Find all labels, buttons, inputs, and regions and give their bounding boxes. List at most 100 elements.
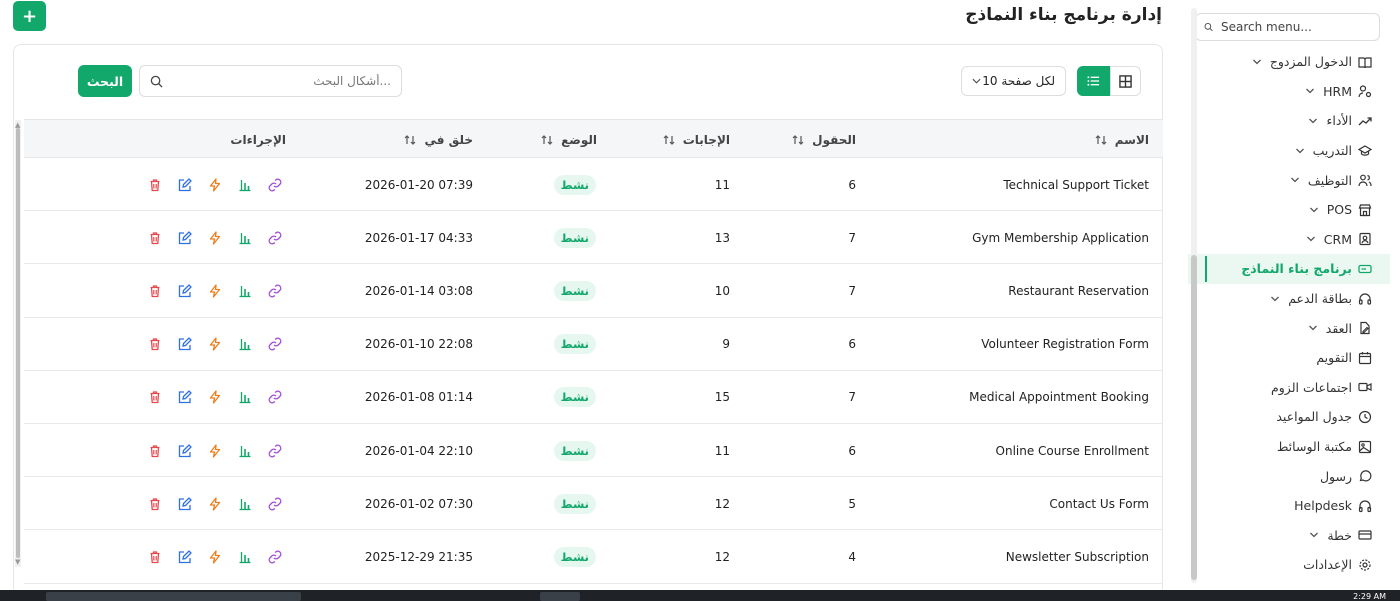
analytics-chart-icon[interactable] (238, 550, 252, 564)
scroll-down-arrow[interactable]: ▼ (15, 558, 20, 566)
delete-icon[interactable] (148, 497, 162, 511)
credit-card-icon (1358, 530, 1372, 540)
automation-bolt-icon[interactable] (208, 443, 222, 458)
form-name[interactable]: Newsletter Subscription (1006, 530, 1149, 583)
delete-icon[interactable] (148, 231, 162, 245)
sidebar-item[interactable]: اجتماعات الزوم (1188, 373, 1390, 403)
per-page-select[interactable]: لكل صفحة 10 (961, 66, 1066, 96)
sidebar-item[interactable]: CRM (1188, 225, 1390, 255)
taskbar-app[interactable] (46, 592, 301, 601)
column-header-status[interactable]: الوضع (541, 120, 597, 159)
link-icon[interactable] (268, 390, 282, 404)
sidebar-item[interactable]: التدريب (1188, 136, 1390, 166)
link-icon[interactable] (268, 444, 282, 458)
edit-icon[interactable] (178, 337, 192, 351)
form-name[interactable]: Restaurant Reservation (1008, 264, 1149, 317)
link-icon[interactable] (268, 178, 282, 192)
sidebar-item[interactable]: الدخول المزدوج (1188, 47, 1390, 77)
analytics-chart-icon[interactable] (238, 178, 252, 192)
form-created-at: 2026-01-08 01:14 (364, 390, 473, 405)
form-name[interactable]: Medical Appointment Booking (969, 371, 1149, 424)
delete-icon[interactable] (148, 178, 162, 192)
sidebar-item[interactable]: رسول (1188, 461, 1390, 491)
scroll-up-arrow[interactable]: ▲ (15, 121, 20, 129)
form-fields-count: 6 (848, 177, 856, 192)
column-header-created-at[interactable]: خلق في (404, 120, 473, 159)
table-scrollbar-thumb[interactable] (16, 128, 20, 558)
sidebar-item[interactable]: Helpdesk (1188, 491, 1390, 521)
form-name[interactable]: Volunteer Registration Form (981, 318, 1149, 371)
automation-bolt-icon[interactable] (208, 177, 222, 192)
sidebar-item[interactable]: العقد (1188, 313, 1390, 343)
sidebar-item-label: التوظيف (1307, 172, 1352, 188)
link-icon[interactable] (268, 231, 282, 245)
form-created-at: 2026-01-17 04:33 (364, 230, 473, 245)
edit-icon[interactable] (178, 496, 192, 511)
delete-icon[interactable] (148, 284, 162, 298)
sidebar-item[interactable]: جدول المواعيد (1188, 402, 1390, 432)
automation-bolt-icon[interactable] (208, 231, 222, 245)
link-icon[interactable] (268, 497, 282, 511)
column-header-name[interactable]: الاسم (1095, 120, 1149, 159)
edit-icon[interactable] (178, 390, 192, 404)
sidebar-item[interactable]: التقويم (1188, 343, 1390, 373)
sidebar-item[interactable]: HRM (1188, 77, 1390, 107)
sidebar-search-input[interactable] (1221, 20, 1371, 34)
delete-icon[interactable] (148, 550, 162, 564)
column-header-responses[interactable]: الإجابات (663, 120, 730, 159)
list-icon (1087, 76, 1100, 86)
form-name[interactable]: Gym Membership Application (972, 211, 1149, 264)
edit-icon[interactable] (178, 230, 192, 245)
form-name[interactable]: Technical Support Ticket (1003, 158, 1149, 211)
automation-bolt-icon[interactable] (208, 284, 222, 298)
graduation-cap-icon (1358, 144, 1372, 156)
automation-bolt-icon[interactable] (208, 550, 222, 564)
chevron-down-icon (1309, 207, 1318, 213)
sidebar-item[interactable]: POS (1188, 195, 1390, 225)
status-badge: نشط (553, 280, 596, 301)
sidebar-item[interactable]: بطاقة الدعم (1188, 284, 1390, 314)
sidebar-item[interactable]: خطة (1188, 521, 1390, 551)
form-responses-count: 12 (714, 496, 730, 511)
status-badge: نشط (553, 227, 596, 248)
analytics-chart-icon[interactable] (238, 231, 252, 245)
search-button[interactable]: البحث (78, 65, 132, 97)
link-icon[interactable] (268, 550, 282, 564)
sidebar-item[interactable]: الإعدادات (1188, 550, 1390, 580)
table-row: Restaurant Reservation 7 10 نشط 2026-01-14 0… (24, 264, 1163, 318)
status-badge: نشط (553, 546, 596, 567)
link-icon[interactable] (268, 337, 282, 351)
list-view-button[interactable] (1077, 66, 1110, 96)
link-icon[interactable] (268, 284, 282, 298)
grid-view-button[interactable] (1110, 66, 1141, 96)
chevron-down-icon (1306, 236, 1315, 242)
table-header: الاسم الحقول الإجابات الوضع خلق في الإجر… (24, 119, 1163, 158)
sidebar-item[interactable]: الأداء (1188, 106, 1390, 136)
delete-icon[interactable] (148, 390, 162, 404)
edit-icon[interactable] (178, 177, 192, 192)
sidebar-item[interactable]: برنامج بناء النماذج (1188, 254, 1390, 284)
sidebar-scrollbar-thumb[interactable] (1191, 255, 1197, 580)
analytics-chart-icon[interactable] (238, 390, 252, 404)
sidebar-item[interactable]: مكتبة الوسائط (1188, 432, 1390, 462)
form-name[interactable]: Online Course Enrollment (996, 424, 1149, 477)
edit-icon[interactable] (178, 283, 192, 298)
taskbar-app[interactable] (540, 592, 580, 601)
contact-icon (1359, 233, 1371, 246)
automation-bolt-icon[interactable] (208, 390, 222, 404)
analytics-chart-icon[interactable] (238, 444, 252, 458)
automation-bolt-icon[interactable] (208, 497, 222, 511)
analytics-chart-icon[interactable] (238, 497, 252, 511)
sidebar-item[interactable]: التوظيف (1188, 165, 1390, 195)
edit-icon[interactable] (178, 549, 192, 564)
automation-bolt-icon[interactable] (208, 337, 222, 351)
forms-search-input[interactable] (171, 74, 391, 88)
column-header-fields[interactable]: الحقول (792, 120, 856, 159)
delete-icon[interactable] (148, 444, 162, 458)
delete-icon[interactable] (148, 337, 162, 351)
form-name[interactable]: Contact Us Form (1049, 477, 1149, 530)
add-form-button[interactable]: + (13, 1, 46, 31)
edit-icon[interactable] (178, 443, 192, 458)
analytics-chart-icon[interactable] (238, 284, 252, 298)
analytics-chart-icon[interactable] (238, 337, 252, 351)
